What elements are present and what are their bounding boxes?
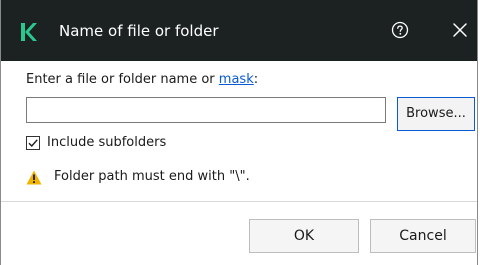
- label-text: Enter a file or folder name or: [26, 72, 219, 87]
- warning-text: Folder path must end with "\".: [54, 169, 250, 184]
- browse-button[interactable]: Browse...: [397, 97, 475, 131]
- name-field-label: Enter a file or folder name or mask:: [26, 72, 258, 87]
- include-subfolders-checkbox[interactable]: [26, 136, 40, 150]
- file-folder-dialog: Name of file or folder Enter a file or f…: [0, 0, 478, 265]
- help-icon[interactable]: [391, 21, 409, 39]
- dialog-title: Name of file or folder: [59, 22, 219, 40]
- mask-link[interactable]: mask: [219, 72, 254, 87]
- kaspersky-logo-icon: [17, 20, 41, 44]
- close-icon[interactable]: [449, 19, 471, 41]
- label-colon: :: [253, 72, 259, 87]
- include-subfolders-label[interactable]: Include subfolders: [47, 135, 166, 150]
- dialog-footer: OK Cancel: [1, 201, 477, 265]
- dialog-titlebar: Name of file or folder: [1, 0, 477, 61]
- ok-button[interactable]: OK: [249, 219, 359, 253]
- warning-icon: [26, 170, 42, 185]
- cancel-button[interactable]: Cancel: [370, 219, 476, 253]
- file-folder-name-input[interactable]: [26, 97, 386, 123]
